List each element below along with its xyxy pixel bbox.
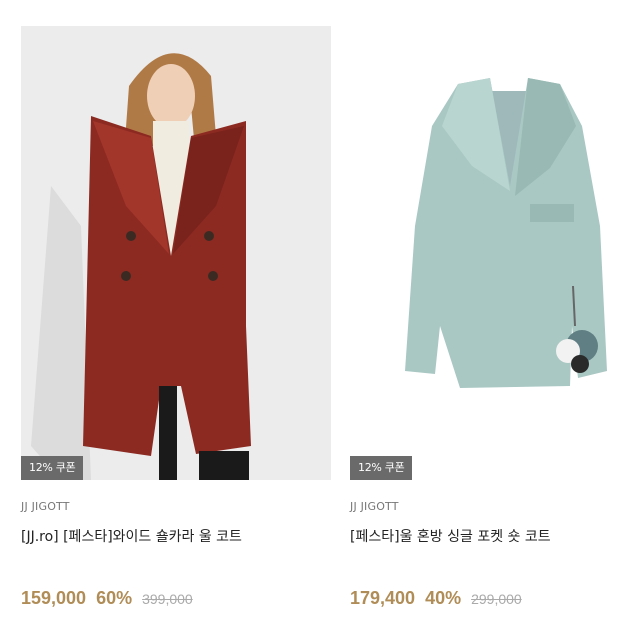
sale-price: 159,000 xyxy=(21,588,87,608)
discount-rate: 60% xyxy=(96,588,133,608)
price-row: 179,400 40% 299,000 xyxy=(350,588,522,609)
product-card[interactable]: 12% 쿠폰 JJ JIGOTT [JJ.ro] [페스타]와이드 숄카라 울 … xyxy=(21,26,331,626)
price-row: 159,000 60% 399,000 xyxy=(21,588,193,609)
original-price: 299,000 xyxy=(471,591,522,607)
original-price: 399,000 xyxy=(142,591,193,607)
coupon-badge: 12% 쿠폰 xyxy=(350,456,413,480)
discount-rate: 40% xyxy=(425,588,462,608)
coupon-badge: 12% 쿠폰 xyxy=(21,456,84,480)
product-image[interactable] xyxy=(350,26,633,480)
product-image[interactable] xyxy=(21,26,331,480)
product-name[interactable]: [JJ.ro] [페스타]와이드 숄카라 울 코트 xyxy=(21,526,242,546)
product-card[interactable]: 12% 쿠폰 JJ JIGOTT [페스타]울 혼방 싱글 포켓 숏 코트 17… xyxy=(350,26,633,626)
model-in-red-wool-coat-photo xyxy=(21,26,331,480)
mint-short-coat-photo xyxy=(350,26,633,480)
product-name[interactable]: [페스타]울 혼방 싱글 포켓 숏 코트 xyxy=(350,526,551,546)
brand-label: JJ JIGOTT xyxy=(21,500,70,513)
sale-price: 179,400 xyxy=(350,588,416,608)
brand-label: JJ JIGOTT xyxy=(350,500,399,513)
